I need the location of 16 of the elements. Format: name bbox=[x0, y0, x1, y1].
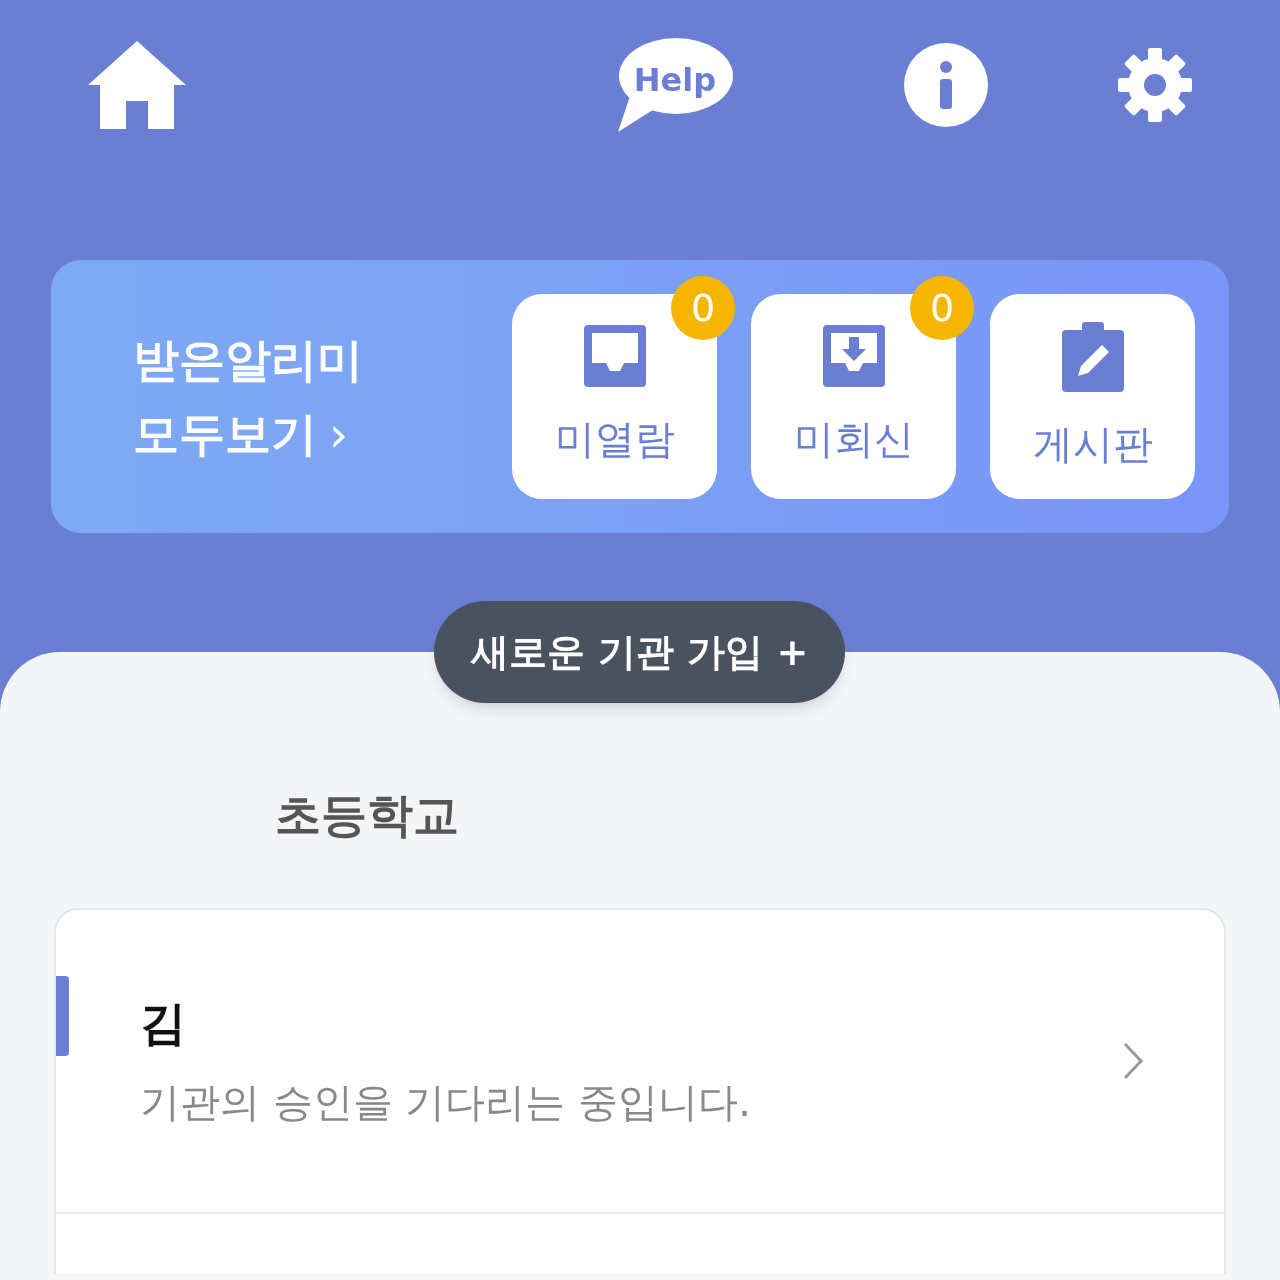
chevron-right-icon bbox=[1122, 1041, 1144, 1081]
info-icon[interactable] bbox=[904, 43, 988, 127]
join-institution-button[interactable]: 새로운 기관 가입 + bbox=[434, 601, 845, 703]
alert-category-button[interactable]: 게시판 bbox=[990, 294, 1195, 499]
member-status: 기관의 승인을 기다리는 중입니다. bbox=[140, 1082, 752, 1122]
member-name: 김 bbox=[140, 1000, 187, 1046]
count-badge: 0 bbox=[671, 276, 735, 340]
settings-icon[interactable] bbox=[1118, 48, 1192, 122]
school-name: 초등학교 bbox=[275, 792, 460, 838]
count-badge: 0 bbox=[910, 276, 974, 340]
home-icon[interactable] bbox=[88, 41, 186, 129]
inbox-icon bbox=[583, 324, 646, 387]
clipboard-pencil-icon bbox=[1061, 319, 1124, 392]
view-all-alerts-link[interactable]: 받은알리미 모두보기 › bbox=[133, 322, 512, 471]
member-card[interactable]: 김 기관의 승인을 기다리는 중입니다. bbox=[54, 908, 1226, 1214]
download-box-icon bbox=[822, 324, 885, 387]
